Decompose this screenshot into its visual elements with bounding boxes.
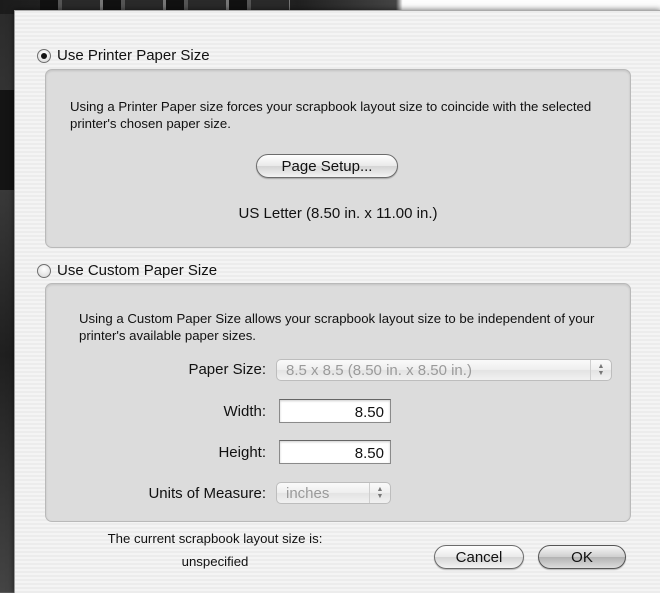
cancel-button[interactable]: Cancel [434,545,524,569]
paper-size-popup[interactable]: 8.5 x 8.5 (8.50 in. x 8.50 in.) ▲ ▼ [276,359,612,381]
current-printer-paper: US Letter (8.50 in. x 11.00 in.) [238,205,438,222]
units-of-measure-value: inches [286,484,330,502]
paper-size-sheet: Use Printer Paper Size Using a Printer P… [14,10,660,593]
page-setup-button[interactable]: Page Setup... [256,154,398,178]
paper-size-value: 8.5 x 8.5 (8.50 in. x 8.50 in.) [286,361,472,379]
custom-paper-group: Using a Custom Paper Size allows your sc… [45,283,631,522]
use-custom-paper-size-label: Use Custom Paper Size [57,262,218,279]
height-label: Height: [218,444,266,461]
use-printer-paper-size-radio[interactable]: Use Printer Paper Size [37,47,210,64]
width-field[interactable] [279,399,391,423]
printer-paper-description: Using a Printer Paper size forces your s… [70,99,592,131]
use-printer-paper-size-label: Use Printer Paper Size [57,47,210,64]
radio-unselected-icon [37,263,51,278]
custom-paper-description: Using a Custom Paper Size allows your sc… [79,311,595,343]
units-of-measure-label: Units of Measure: [148,485,266,502]
layout-size-status-line1: The current scrapbook layout size is: [107,531,323,546]
use-custom-paper-size-radio[interactable]: Use Custom Paper Size [37,262,217,279]
printer-paper-group: Using a Printer Paper size forces your s… [45,69,631,248]
up-down-arrows-icon: ▲ ▼ [590,360,611,380]
paper-size-label: Paper Size: [188,361,266,378]
units-of-measure-popup[interactable]: inches ▲ ▼ [276,482,391,504]
height-field[interactable] [279,440,391,464]
width-label: Width: [223,403,266,420]
ok-button[interactable]: OK [538,545,626,569]
layout-size-status-value: unspecified [181,554,249,569]
radio-selected-icon [37,48,51,63]
up-down-arrows-icon: ▲ ▼ [369,483,390,503]
